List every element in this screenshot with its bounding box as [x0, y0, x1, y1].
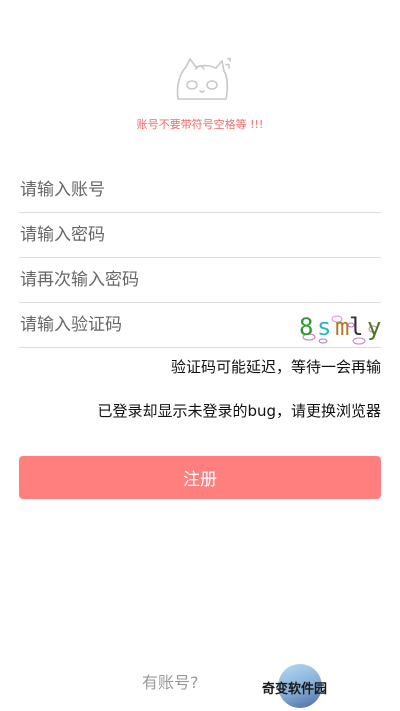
password-field — [19, 213, 381, 258]
captcha-field: 8 s m l y — [19, 303, 381, 348]
account-field — [19, 168, 381, 213]
captcha-delay-note: 验证码可能延迟，等待一会再输 — [170, 358, 381, 376]
confirm-password-field — [19, 258, 381, 303]
captcha-char: l — [349, 313, 364, 341]
confirm-password-input[interactable] — [19, 258, 381, 302]
account-input[interactable] — [19, 168, 381, 212]
cat-mascot-icon — [176, 57, 232, 100]
register-button[interactable]: 注册 — [19, 456, 381, 499]
captcha-image[interactable]: 8 s m l y — [289, 307, 381, 347]
captcha-char: 8 — [299, 313, 314, 341]
have-account-link[interactable]: 有账号? — [142, 669, 199, 693]
account-format-hint: 账号不要带符号空格等 !!! — [136, 118, 264, 131]
watermark-text: 奇变软件园 — [262, 682, 328, 697]
captcha-input[interactable] — [19, 303, 279, 347]
password-input[interactable] — [19, 213, 381, 257]
captcha-char: y — [367, 313, 382, 341]
captcha-char: m — [335, 313, 350, 341]
captcha-char: s — [317, 313, 332, 341]
watermark-logo: 奇变软件园 — [262, 664, 342, 708]
browser-bug-note: 已登录却显示未登录的bug，请更换浏览器 — [97, 402, 381, 420]
